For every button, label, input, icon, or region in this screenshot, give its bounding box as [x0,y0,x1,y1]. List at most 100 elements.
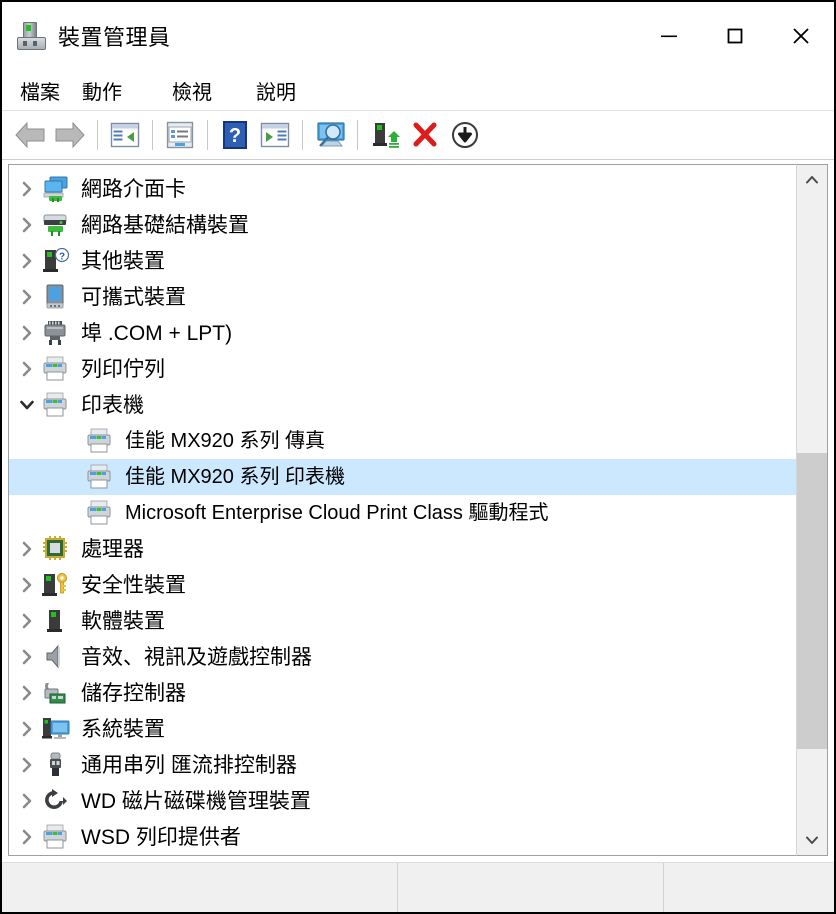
status-pane-3 [664,863,834,912]
toolbar-separator [97,120,98,150]
title-bar: 裝置管理員 [2,2,834,70]
tree-row-label: WSD 列印提供者 [81,825,241,849]
port-icon [41,320,71,346]
tree-row-ms-enterprise-cloud-print[interactable]: Microsoft Enterprise Cloud Print Class 驅… [9,495,796,531]
chevron-right-icon[interactable] [13,289,41,305]
tree-row-canon-mx920-fax[interactable]: 佳能 MX920 系列 傳真 [9,423,796,459]
chevron-right-icon[interactable] [13,793,41,809]
window-controls [636,2,834,70]
chevron-right-icon[interactable] [13,721,41,737]
device-manager-icon [16,21,46,51]
scroll-down-button[interactable] [797,825,827,855]
chevron-right-icon[interactable] [13,829,41,845]
chevron-right-icon[interactable] [13,361,41,377]
status-pane-1 [2,863,398,912]
svg-text:?: ? [59,252,65,263]
chevron-right-icon[interactable] [13,253,41,269]
tree-row-system-devices[interactable]: 系統裝置 [9,711,796,747]
printer-icon [85,500,115,526]
tree-row-printers[interactable]: 印表機 [9,387,796,423]
tree-row-wsd-print-provider[interactable]: WSD 列印提供者 [9,819,796,855]
tree-row-software-devices[interactable]: 軟體裝置 [9,603,796,639]
minimize-button[interactable] [636,8,702,64]
close-icon [793,28,809,44]
toolbar-separator [152,120,153,150]
tree-row-usb-controllers[interactable]: 通用串列 匯流排控制器 [9,747,796,783]
uninstall-device-button[interactable] [405,115,445,155]
scrollbar-track[interactable] [797,195,827,825]
tree-row-network-infrastructure[interactable]: 網路基礎結構裝置 [9,207,796,243]
tree-row-network-adapters[interactable]: 網路介面卡 [9,171,796,207]
storage-controller-icon [41,680,71,706]
printer-icon [41,392,71,418]
chevron-down-icon [806,836,818,844]
tree-row-sound-video-game-controllers[interactable]: 音效、視訊及遊戲控制器 [9,639,796,675]
tree-row-label: WD 磁片磁碟機管理裝置 [81,789,311,813]
wsd-print-provider-icon [41,824,71,850]
help-button[interactable]: ? [215,115,255,155]
software-device-icon [41,608,71,634]
properties-window-icon [166,121,194,149]
tree-row-label: 印表機 [81,393,144,417]
play-panel-icon [260,122,290,148]
window-title: 裝置管理員 [58,25,171,50]
chevron-right-icon[interactable] [13,757,41,773]
network-infrastructure-icon [41,212,71,238]
maximize-button[interactable] [702,8,768,64]
device-update-icon [373,123,400,148]
sound-video-game-icon [41,644,71,670]
toolbar-separator [302,120,303,150]
chevron-right-icon[interactable] [13,685,41,701]
tree-row-label: 處理器 [81,537,144,561]
tree-row-canon-mx920-printer[interactable]: 佳能 MX920 系列 印表機 [9,459,796,495]
chevron-down-icon[interactable] [13,397,41,413]
svg-text:?: ? [229,125,241,147]
menu-item-file[interactable]: 檔案 [20,76,60,105]
scan-hardware-changes-button[interactable] [310,115,350,155]
menu-item-view[interactable]: 檢視 [172,76,212,105]
status-pane-2 [398,863,664,912]
chevron-right-icon[interactable] [13,613,41,629]
update-driver-button[interactable] [365,115,405,155]
show-tree-button[interactable] [105,115,145,155]
back-button[interactable] [10,115,50,155]
tree-row-label: 其他裝置 [81,249,165,273]
chevron-right-icon[interactable] [13,217,41,233]
menu-item-action[interactable]: 動作 [82,76,122,105]
tree-row-storage-controllers[interactable]: 儲存控制器 [9,675,796,711]
printer-icon [85,464,115,490]
minimize-icon [661,35,677,38]
tree-row-label: 埠 .COM + LPT) [81,321,233,345]
tree-row-ports[interactable]: 埠 .COM + LPT) [9,315,796,351]
tree-row-processors[interactable]: 處理器 [9,531,796,567]
show-console-tree-button[interactable] [255,115,295,155]
disable-device-button[interactable] [445,115,485,155]
tree-row-wd-drive-management[interactable]: WD 磁片磁碟機管理裝置 [9,783,796,819]
scrollbar-thumb[interactable] [797,453,827,750]
tree-row-label: 音效、視訊及遊戲控制器 [81,645,312,669]
toolbar: ? [2,110,834,160]
print-queue-icon [41,356,71,382]
tree-row-print-queues[interactable]: 列印佇列 [9,351,796,387]
chevron-right-icon[interactable] [13,649,41,665]
usb-controller-icon [41,752,71,778]
scroll-up-button[interactable] [797,165,827,195]
chevron-right-icon[interactable] [13,541,41,557]
red-x-icon [413,122,437,147]
menu-item-help[interactable]: 說明 [256,76,296,105]
close-button[interactable] [768,8,834,64]
chevron-right-icon[interactable] [13,325,41,341]
tree-row-portable-devices[interactable]: 可攜式裝置 [9,279,796,315]
printer-icon [85,428,115,454]
chevron-right-icon[interactable] [13,181,41,197]
device-tree-pane[interactable]: 網路介面卡 網路基礎結構裝置 ? 其他裝置 可攜式裝置 埠 .COM + LPT… [8,164,796,856]
tree-row-security-devices[interactable]: 安全性裝置 [9,567,796,603]
properties-button[interactable] [160,115,200,155]
device-manager-window: 裝置管理員 檔案 動作 檢視 說明 ? 網路介面卡 網路基礎結構裝置 ? 其他裝… [0,0,836,914]
tree-row-label: 佳能 MX920 系列 傳真 [125,430,326,452]
vertical-scrollbar[interactable] [796,164,828,856]
tree-row-label: 列印佇列 [81,357,165,381]
forward-button[interactable] [50,115,90,155]
tree-row-other-devices[interactable]: ? 其他裝置 [9,243,796,279]
chevron-right-icon[interactable] [13,577,41,593]
